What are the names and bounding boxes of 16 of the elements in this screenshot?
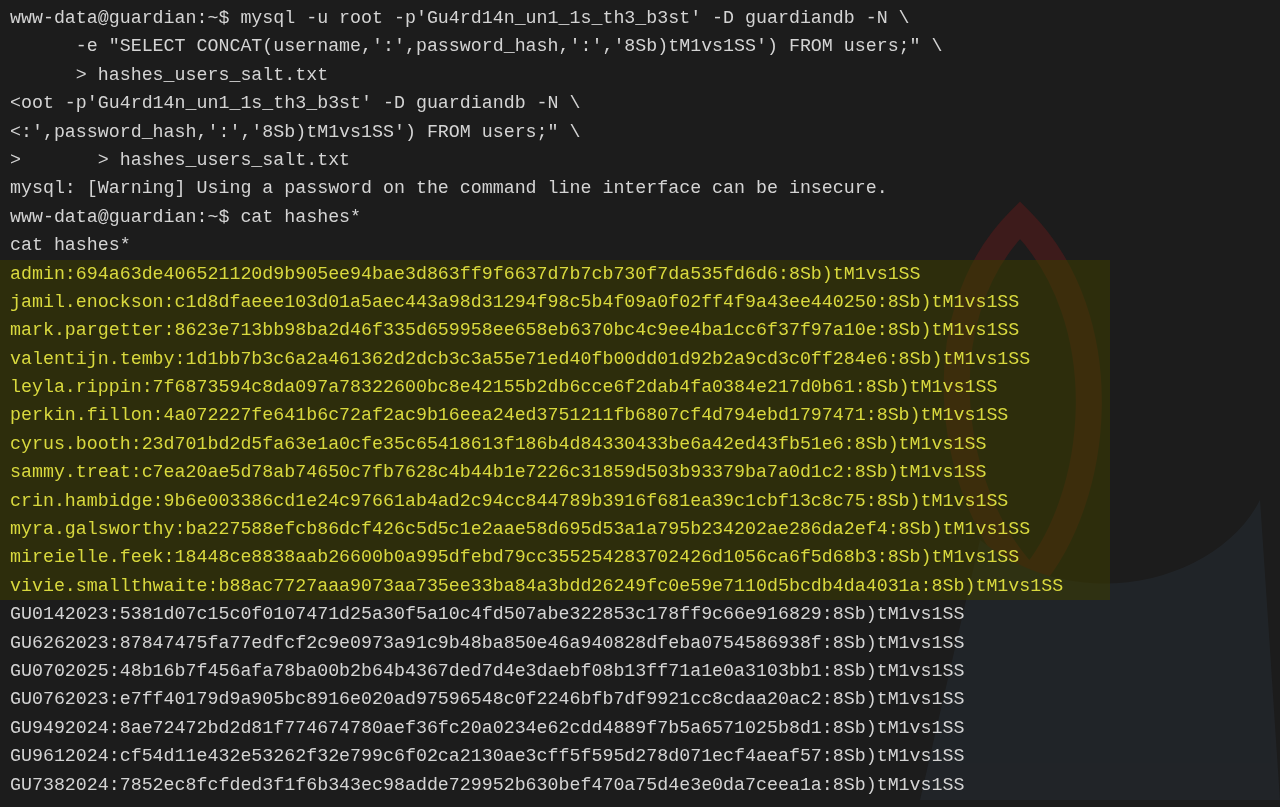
- terminal-line: GU6262023:87847475fa77edfcf2c9e0973a91c9b48ba850e46a940828dfeba0754586938f:8Sb)tM1vs1SS: [9, 631, 965, 655]
- terminal-line: www-data@guardian:~$ cat hashes*: [9, 205, 362, 229]
- terminal-line: cat hashes*: [9, 234, 131, 258]
- terminal-line: -e "SELECT CONCAT(username,':',password_hash,':','8Sb)tM1vs1SS') FROM users;" \: [74, 35, 943, 59]
- terminal-line: <oot -p'Gu4rd14n_un1_1s_th3_b3st' -D guardiandb -N \: [9, 92, 581, 116]
- terminal-line: GU0142023:5381d07c15c0f0107471d25a30f5a10c4fd507abe322853c178ff9c66e916829:8Sb)tM1vs1SS: [9, 603, 965, 627]
- terminal-line: > > hashes_users_salt.txt: [9, 148, 351, 172]
- terminal-line: www-data@guardian:~$ mysql -u root -p'Gu4rd14n_un1_1s_th3_b3st' -D guardiandb -N \: [9, 7, 910, 30]
- terminal-line: GU9492024:8ae72472bd2d81f774674780aef36fc20a0234e62cdd4889f7b5a6571025b8d1:8Sb)tM1vs1SS: [9, 716, 965, 740]
- terminal-line: GU9612024:cf54d11e432e53262f32e799c6f02ca2130ae3cff5f595d278d071ecf4aeaf57:8Sb)tM1vs1SS: [9, 745, 965, 769]
- terminal-line: GU0702025:48b16b7f456afa78ba00b2b64b4367ded7d4e3daebf08b13ff71a1e0a3103bb1:8Sb)tM1vs1SS: [9, 660, 965, 683]
- terminal-line: GU0762023:e7ff40179d9a905bc8916e020ad97596548c0f2246bfb7df9921cc8cdaa20ac2:8Sb)tM1vs1SS: [9, 688, 965, 712]
- terminal-line: mysql: [Warning] Using a password on the command line interface can be insecure.: [9, 177, 888, 201]
- terminal-line: <:',password_hash,':','8Sb)tM1vs1SS') FROM users;" \: [9, 120, 581, 144]
- terminal-line: GU7382024:7852ec8fcfded3f1f6b343ec98adde729952b630bef470a75d4e3e0da7ceea1a:8Sb)tM1vs1SS: [9, 773, 965, 797]
- terminal-line: > hashes_users_salt.txt: [74, 63, 329, 87]
